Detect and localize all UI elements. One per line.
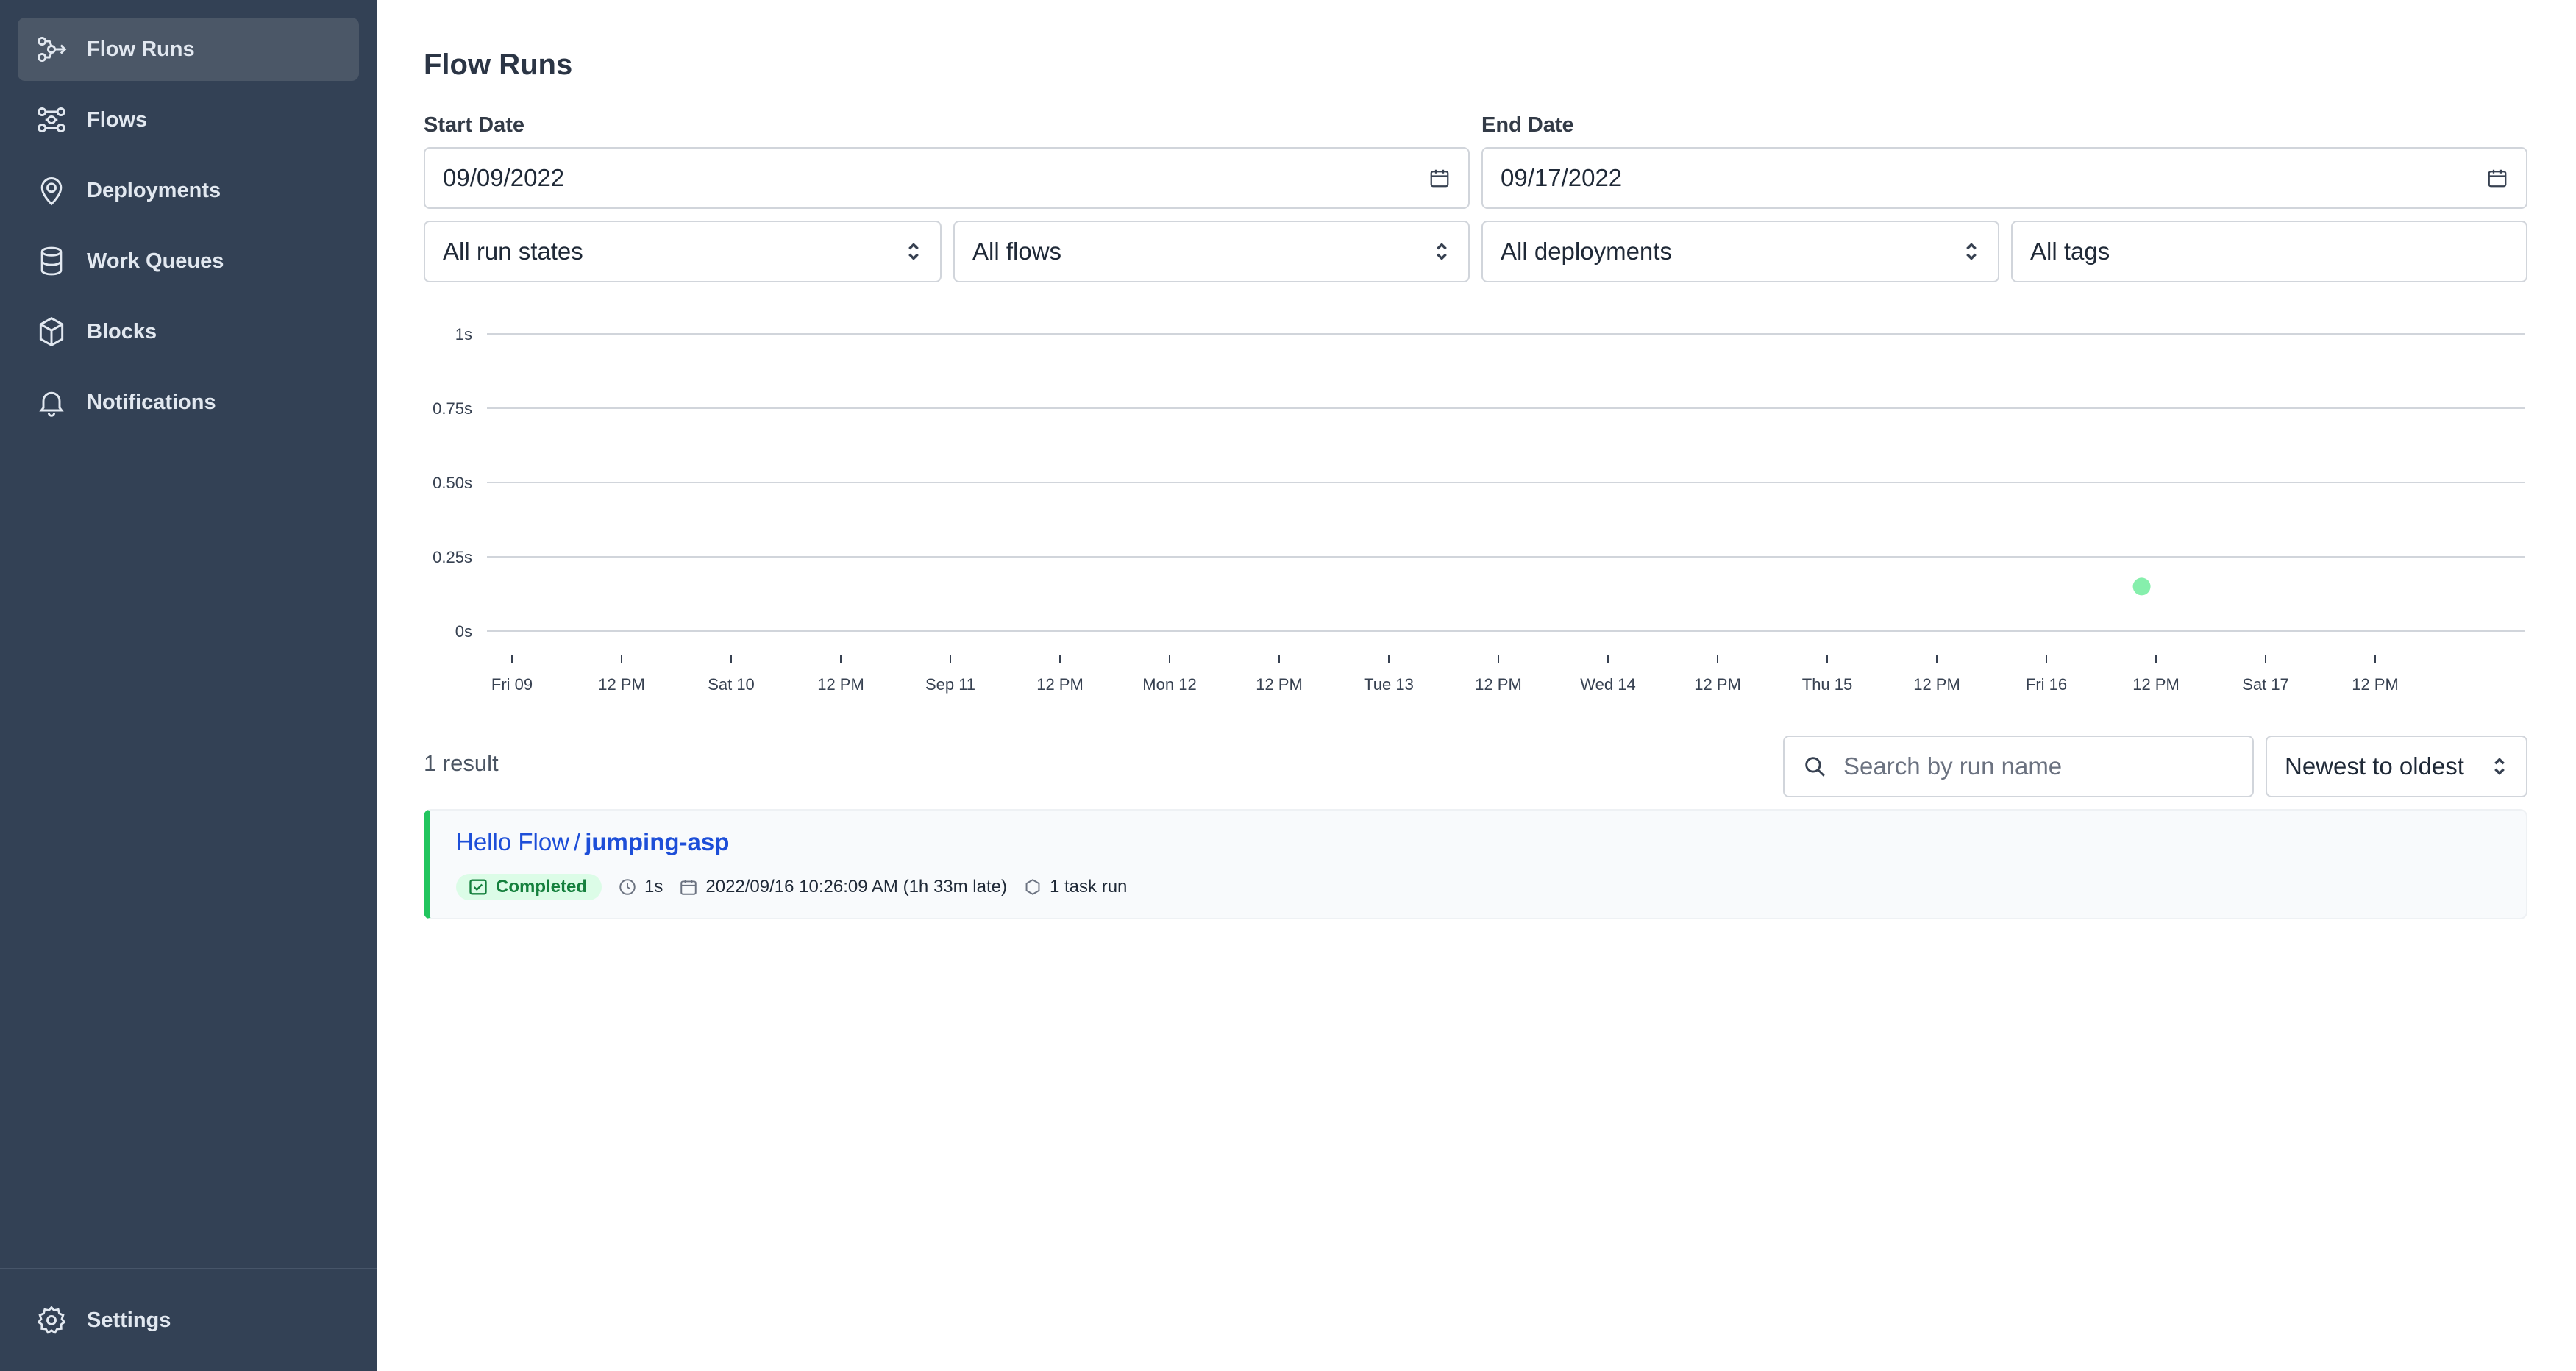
duration: 1s (618, 877, 663, 897)
page-title: Flow Runs (424, 49, 573, 81)
x-tick-label: 12 PM (598, 675, 645, 694)
deployments-value: All deployments (1501, 238, 1672, 265)
x-tick-label: Mon 12 (1142, 675, 1196, 694)
sort-value: Newest to oldest (2285, 752, 2464, 780)
search-input[interactable]: Search by run name (1783, 736, 2254, 797)
sidebar-item-notifications[interactable]: Notifications (18, 371, 359, 434)
flows-select[interactable]: All flows (953, 221, 1470, 282)
x-tick-label: 12 PM (2352, 675, 2399, 694)
x-tick-label: 12 PM (2132, 675, 2180, 694)
x-tick-label: Tue 13 (1364, 675, 1414, 694)
end-date-label: End Date (1481, 113, 1574, 137)
sidebar-item-deployments[interactable]: Deployments (18, 159, 359, 222)
start-date-value: 09/09/2022 (443, 164, 565, 191)
y-tick-label: 0s (455, 622, 472, 641)
sidebar-item-work-queues[interactable]: Work Queues (18, 229, 359, 293)
check-square-icon (469, 879, 487, 895)
start-date-label: Start Date (424, 113, 524, 137)
sidebar-item-label: Settings (87, 1308, 171, 1332)
run-name-link[interactable]: jumping-asp (585, 828, 729, 855)
flow-runs-chart: 1s 0.75s 0.50s 0.25s 0s Fri 09 12 PM Sat 10 12 P… (433, 325, 2525, 694)
x-tick-label: 12 PM (1256, 675, 1303, 694)
x-tick-label: Fri 16 (2026, 675, 2067, 694)
x-tick-label: Fri 09 (491, 675, 533, 694)
flows-icon (35, 104, 68, 136)
sidebar-item-label: Flows (87, 107, 148, 132)
chevron-updown-icon (2494, 758, 2505, 775)
status-badge: Completed (456, 874, 602, 900)
task-runs: 1 task run (1023, 877, 1127, 897)
run-states-value: All run states (443, 238, 583, 265)
y-tick-label: 0.75s (433, 399, 472, 418)
cube-icon (35, 316, 68, 348)
run-separator: / (574, 828, 581, 855)
sidebar-item-flow-runs[interactable]: Flow Runs (18, 18, 359, 81)
x-tick-label: Thu 15 (1802, 675, 1853, 694)
sidebar-item-label: Work Queues (87, 249, 224, 273)
start-date-input[interactable]: 09/09/2022 (424, 147, 1470, 209)
search-placeholder: Search by run name (1843, 752, 2063, 780)
deployments-select[interactable]: All deployments (1481, 221, 1999, 282)
calendar-icon[interactable] (1428, 167, 1451, 189)
x-tick-label: 12 PM (1694, 675, 1741, 694)
flows-value: All flows (972, 238, 1062, 265)
sidebar-item-blocks[interactable]: Blocks (18, 300, 359, 363)
sidebar-item-settings[interactable]: Settings (18, 1289, 359, 1352)
bell-icon (35, 386, 68, 419)
map-pin-icon (35, 174, 68, 207)
clock-icon (619, 879, 636, 895)
run-meta: Completed 1s 2022/09/16 10:26:09 AM (1h … (456, 874, 1127, 900)
tags-value: All tags (2030, 238, 2110, 265)
x-tick-label: 12 PM (817, 675, 864, 694)
sort-select[interactable]: Newest to oldest (2266, 736, 2527, 797)
calendar-icon[interactable] (2486, 167, 2508, 189)
sidebar-item-flows[interactable]: Flows (18, 88, 359, 152)
duration-value: 1s (644, 877, 663, 897)
x-tick-label: 12 PM (1475, 675, 1522, 694)
search-icon (1805, 757, 1825, 777)
y-tick-label: 0.50s (433, 474, 472, 492)
sidebar-item-label: Blocks (87, 319, 157, 343)
sidebar-item-label: Flow Runs (87, 37, 195, 61)
end-date-value: 09/17/2022 (1501, 164, 1623, 191)
start-time-value: 2022/09/16 10:26:09 AM (1h 33m late) (705, 877, 1007, 897)
run-states-select[interactable]: All run states (424, 221, 942, 282)
end-date-input[interactable]: 09/17/2022 (1481, 147, 2527, 209)
run-title: Hello Flow / jumping-asp (456, 828, 729, 856)
database-icon (35, 245, 68, 277)
calendar-icon (680, 880, 697, 895)
x-tick-label: Sep 11 (925, 675, 975, 694)
start-time: 2022/09/16 10:26:09 AM (1h 33m late) (679, 877, 1007, 897)
result-count: 1 result (424, 750, 499, 776)
task-run-icon (1025, 879, 1040, 895)
x-tick-label: Sat 17 (2242, 675, 2289, 694)
chart-point[interactable] (2132, 577, 2151, 596)
x-tick-label: Sat 10 (708, 675, 755, 694)
gear-icon (35, 1304, 68, 1336)
y-tick-label: 0.25s (433, 548, 472, 566)
chevron-updown-icon (1966, 243, 1977, 260)
x-tick-label: Wed 14 (1580, 675, 1635, 694)
x-tick-label: 12 PM (1913, 675, 1960, 694)
x-tick-label: 12 PM (1036, 675, 1084, 694)
chevron-updown-icon (908, 243, 919, 260)
sidebar: Flow Runs Flows Deployments Work Queues … (0, 0, 377, 1371)
sidebar-item-label: Deployments (87, 178, 221, 202)
flow-name-link[interactable]: Hello Flow (456, 828, 569, 855)
flow-runs-icon (35, 33, 68, 65)
task-runs-value: 1 task run (1050, 877, 1128, 897)
chevron-updown-icon (1437, 243, 1447, 260)
sidebar-item-label: Notifications (87, 390, 216, 414)
tags-input[interactable]: All tags (2011, 221, 2527, 282)
sidebar-divider (0, 1268, 377, 1269)
status-label: Completed (496, 877, 588, 897)
y-tick-label: 1s (455, 325, 472, 343)
flow-run-card[interactable]: Hello Flow / jumping-asp Completed 1s 2022… (424, 809, 2527, 919)
